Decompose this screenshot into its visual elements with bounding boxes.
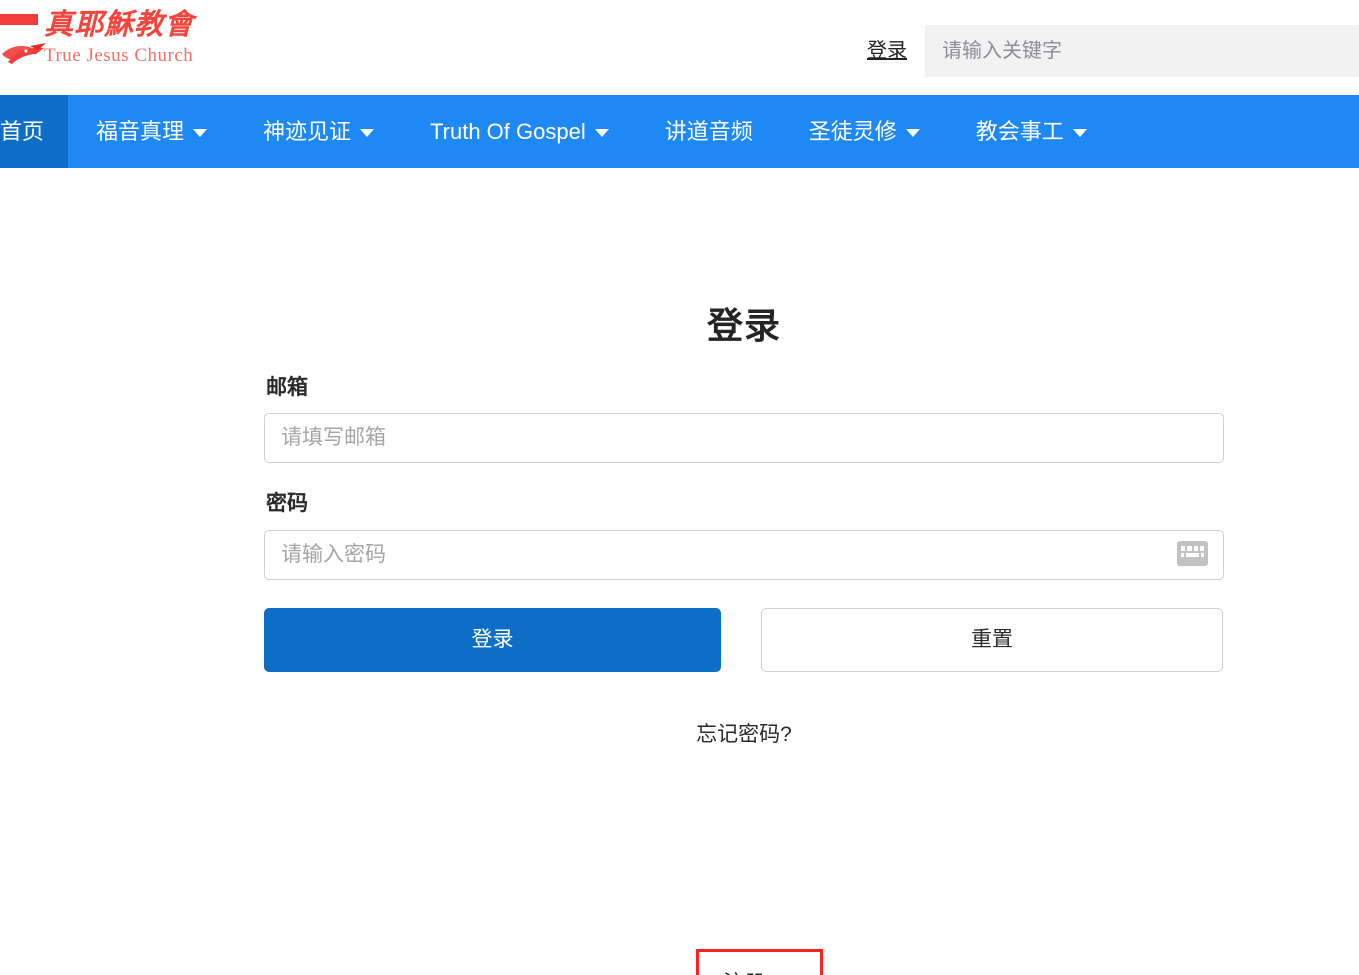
email-field-label: 邮箱 [266,376,308,400]
keyboard-icon[interactable] [1177,540,1208,566]
nav-item-saints-devotion[interactable]: 圣徒灵修 [781,95,948,168]
main-content: 登录 邮箱 密码 登录 重置 忘记密码? [0,168,1359,975]
login-submit-label: 登录 [471,628,514,652]
nav-item-home[interactable]: 首页 [0,95,68,168]
password-input[interactable] [264,529,1224,580]
nav-item-label: 首页 [0,118,44,144]
login-submit-button[interactable]: 登录 [264,607,721,672]
password-field-label: 密码 [266,492,308,516]
reset-label: 重置 [971,628,1013,652]
chevron-down-icon [193,129,208,137]
nav-item-label: 教会事工 [975,118,1064,144]
nav-item-label: 讲道音频 [664,118,753,144]
nav-item-miracle-testimony[interactable]: 神迹见证 [235,95,402,168]
email-field-row [264,413,1224,464]
nav-item-gospel-truth[interactable]: 福音真理 [68,95,235,168]
search-input[interactable] [925,25,1359,77]
main-navigation: 首页 福音真理 神迹见证 Truth Of Gospel 讲道音频 圣徒灵修 教… [0,95,1359,168]
password-field-row [264,529,1224,580]
header-login-link[interactable]: 登录 [849,25,925,77]
chevron-down-icon [594,129,609,137]
svg-text:True Jesus Church: True Jesus Church [44,45,193,66]
nav-item-label: 福音真理 [96,118,185,144]
chevron-down-icon [1072,129,1087,137]
chevron-down-icon [905,129,920,137]
nav-item-label: 神迹见证 [263,118,352,144]
login-form: 登录 邮箱 密码 登录 重置 忘记密码? [264,304,1224,745]
form-buttons: 登录 重置 [264,607,1224,672]
nav-item-label: Truth Of Gospel [430,118,586,144]
site-header: 真耶穌教會 True Jesus Church 登录 [0,0,1359,95]
header-actions: 登录 [849,25,1359,77]
chevron-down-icon [360,129,375,137]
nav-item-truth-of-gospel[interactable]: Truth Of Gospel [402,95,637,168]
forgot-password-link[interactable]: 忘记密码? [264,724,1224,745]
nav-item-sermon-audio[interactable]: 讲道音频 [637,95,781,168]
register-button[interactable]: 注册 [696,949,823,975]
nav-item-label: 圣徒灵修 [808,118,897,144]
svg-text:真耶穌教會: 真耶穌教會 [44,7,198,41]
site-logo[interactable]: 真耶穌教會 True Jesus Church [0,2,200,74]
nav-item-church-ministry[interactable]: 教会事工 [948,95,1115,168]
reset-button[interactable]: 重置 [761,607,1223,672]
email-input[interactable] [264,413,1224,464]
page-title: 登录 [706,305,781,346]
